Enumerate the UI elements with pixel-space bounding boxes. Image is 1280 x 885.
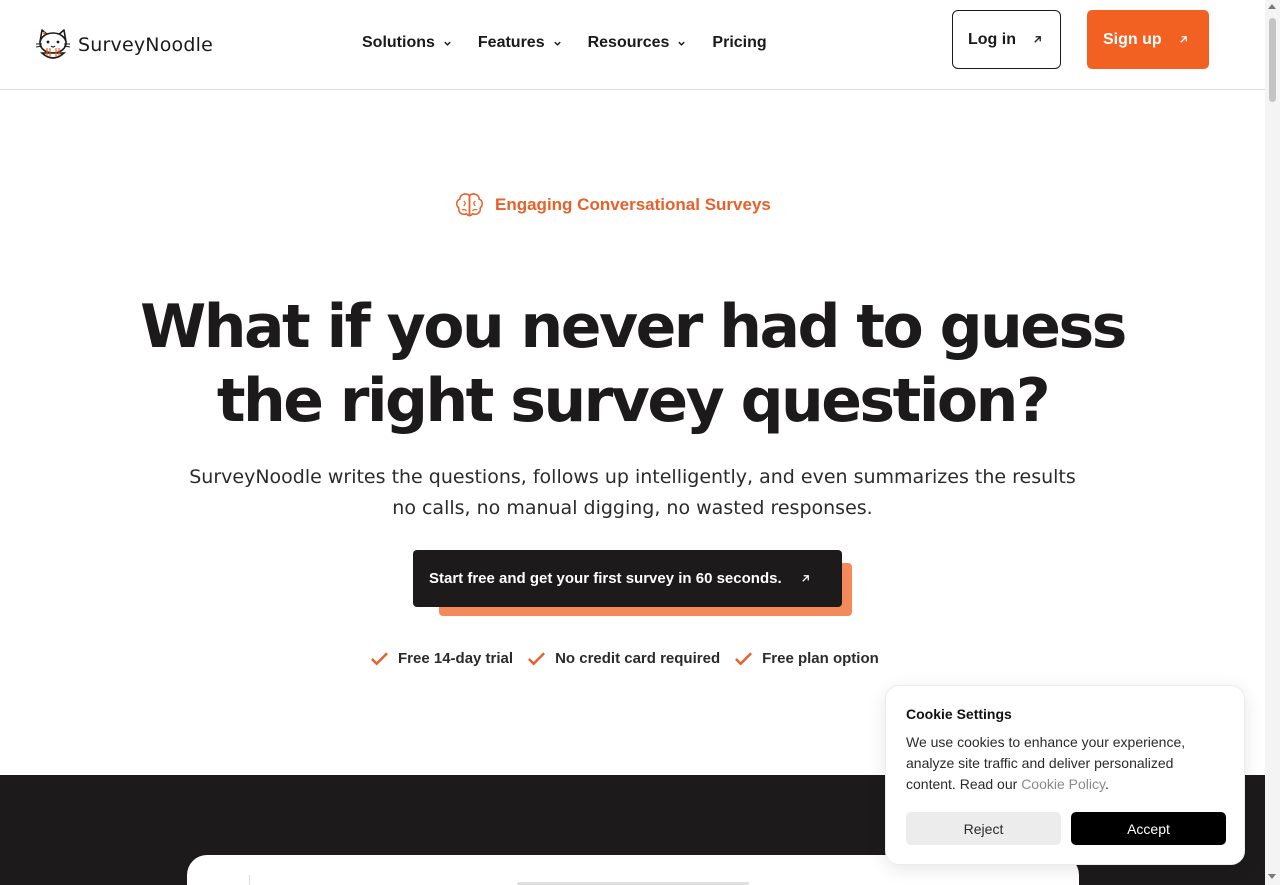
headline-line-1: What if you never had to guess	[140, 292, 1127, 362]
cookie-message: We use cookies to enhance your experienc…	[906, 732, 1224, 795]
signup-button[interactable]: Sign up	[1087, 10, 1209, 69]
arrow-up-right-icon	[1034, 36, 1041, 43]
nav-item-label: Pricing	[712, 34, 767, 51]
main-nav: Solutions Features Resources Pricing	[362, 34, 767, 52]
nav-item-label: Features	[477, 34, 545, 51]
page-scrollbar[interactable]	[1265, 0, 1280, 885]
benefit-label: Free plan option	[762, 650, 879, 667]
hero-eyebrow: Engaging Conversational Surveys	[455, 192, 771, 218]
nav-item-features[interactable]: Features	[478, 34, 562, 52]
benefit-item: No credit card required	[527, 650, 720, 667]
site-header: SurveyNoodle Solutions Features Resource…	[0, 0, 1265, 90]
hero-subheadline: SurveyNoodle writes the questions, follo…	[180, 462, 1085, 524]
nav-item-label: Solutions	[362, 34, 435, 51]
benefit-item: Free plan option	[734, 650, 879, 667]
benefit-label: Free 14-day trial	[398, 650, 514, 667]
cookie-settings-panel: Cookie Settings We use cookies to enhanc…	[885, 685, 1245, 865]
brand-logo[interactable]: SurveyNoodle	[34, 26, 213, 64]
nav-item-resources[interactable]: Resources	[588, 34, 687, 52]
nav-item-solutions[interactable]: Solutions	[362, 34, 452, 52]
checkmark-icon	[371, 651, 388, 665]
cookie-policy-link[interactable]: Cookie Policy	[1021, 776, 1105, 792]
checkmark-icon	[735, 651, 753, 665]
cat-noodle-logo-icon	[35, 29, 71, 59]
scroll-down-arrow-icon[interactable]	[1268, 874, 1276, 879]
preview-divider	[249, 875, 250, 885]
benefit-label: No credit card required	[555, 650, 721, 667]
login-label: Log in	[968, 30, 1016, 48]
cookie-message-end: .	[1104, 776, 1109, 792]
reject-cookies-button[interactable]: Reject	[906, 812, 1061, 845]
checkmark-icon	[528, 651, 546, 665]
arrow-up-right-icon	[1179, 36, 1187, 43]
arrow-up-right-icon	[801, 575, 809, 582]
nav-item-label: Resources	[587, 34, 670, 51]
headline-line-2: the right survey question?	[216, 366, 1051, 436]
brain-icon	[456, 193, 483, 217]
chevron-down-icon	[678, 41, 686, 46]
subhead-line-1: SurveyNoodle writes the questions, follo…	[189, 466, 1076, 488]
nav-item-pricing[interactable]: Pricing	[712, 34, 766, 52]
hero-headline: What if you never had to guess the right…	[140, 290, 1127, 438]
cta-label: Start free and get your first survey in …	[429, 570, 782, 587]
login-button[interactable]: Log in	[952, 10, 1061, 69]
start-free-button[interactable]: Start free and get your first survey in …	[413, 550, 842, 607]
chevron-down-icon	[444, 41, 451, 46]
accept-cookies-button[interactable]: Accept	[1071, 812, 1226, 845]
cookie-actions: Reject Accept	[906, 812, 1226, 845]
benefit-item: Free 14-day trial	[370, 650, 513, 667]
eyebrow-text: Engaging Conversational Surveys	[495, 195, 771, 214]
signup-label: Sign up	[1103, 30, 1162, 48]
benefit-checklist: Free 14-day trial No credit card require…	[370, 650, 879, 667]
cookie-title: Cookie Settings	[906, 706, 1012, 722]
subhead-line-2: no calls, no manual digging, no wasted r…	[392, 497, 873, 519]
chevron-down-icon	[553, 41, 561, 46]
brand-name: SurveyNoodle	[78, 34, 213, 56]
scroll-up-arrow-icon[interactable]	[1268, 4, 1276, 9]
scrollbar-thumb[interactable]	[1269, 18, 1276, 102]
